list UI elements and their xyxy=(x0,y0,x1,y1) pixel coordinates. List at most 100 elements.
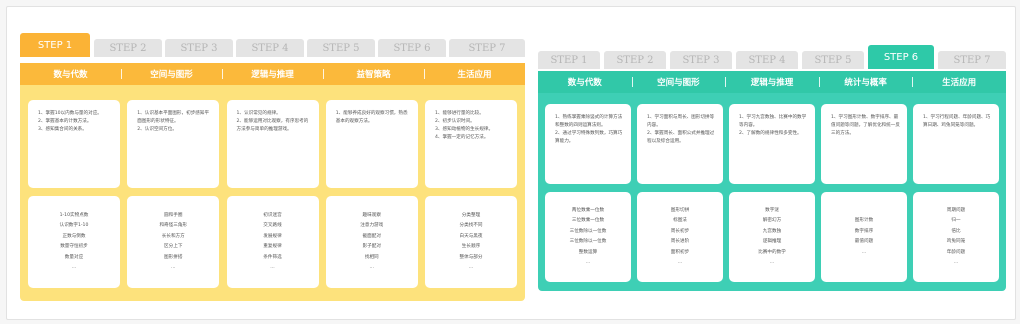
goal-item: 2、认识空间方位。 xyxy=(137,127,177,132)
topic-item[interactable]: 最值问题 xyxy=(855,237,873,248)
topic-item[interactable]: 数字排序 xyxy=(855,227,873,238)
topic-item[interactable]: 条件筛选 xyxy=(263,253,281,264)
topic-item[interactable]: 年龄问题 xyxy=(947,248,965,259)
right-topic-card-5: 周期问题 归一 倍比 鸡兔同笼 年龄问题 ... xyxy=(913,192,999,282)
right-category-number-algebra[interactable]: 数与代数 xyxy=(538,71,632,93)
topic-item[interactable]: 周期问题 xyxy=(947,206,965,217)
topic-item[interactable]: 九宫数独 xyxy=(758,227,786,238)
topic-item[interactable]: 正数与倒数 xyxy=(60,232,89,243)
right-tab-step-3[interactable]: STEP 3 xyxy=(670,51,732,69)
topic-item[interactable]: 面积初步 xyxy=(671,248,689,259)
topic-more: ... xyxy=(861,249,867,255)
topic-item[interactable]: 整数运算 xyxy=(570,248,607,259)
topic-more: ... xyxy=(71,265,77,270)
goal-item: 1、学习九宫数独、比赛中的数学等内容。 xyxy=(739,115,807,128)
topic-item[interactable]: 趣味观察 xyxy=(360,211,383,222)
left-tab-step-5[interactable]: STEP 5 xyxy=(307,39,375,57)
topic-item[interactable]: 标图法 xyxy=(671,216,689,227)
topic-item[interactable]: 生长顺序 xyxy=(460,242,483,253)
right-category-space-shape[interactable]: 空间与图形 xyxy=(631,71,726,93)
topic-item[interactable]: 周长进阶 xyxy=(671,237,689,248)
right-tab-step-2[interactable]: STEP 2 xyxy=(604,51,666,69)
topic-item[interactable]: 数量守恒初步 xyxy=(60,242,89,253)
left-category-life[interactable]: 生活应用 xyxy=(424,63,525,85)
right-tab-step-5[interactable]: STEP 5 xyxy=(802,51,864,69)
goal-item: 2、了解数的规律性和多变性。 xyxy=(739,131,802,136)
right-tab-step-1[interactable]: STEP 1 xyxy=(538,51,600,69)
left-category-logic[interactable]: 逻辑与推理 xyxy=(222,63,323,85)
goal-item: 3、感知集合间的关系。 xyxy=(38,127,87,132)
topic-item[interactable]: 初识迷宫 xyxy=(263,211,281,222)
topic-item[interactable]: 白天与黑夜 xyxy=(460,232,483,243)
topic-item[interactable]: 1-10实物点数 xyxy=(60,211,89,222)
left-topic-card-3: 初识迷宫 交叉路线 发展规律 重复规律 条件筛选 ... xyxy=(226,196,319,288)
topic-more: ... xyxy=(585,260,591,265)
left-tab-step-3[interactable]: STEP 3 xyxy=(165,39,233,57)
right-tab-step-7[interactable]: STEP 7 xyxy=(938,51,1006,69)
topic-item[interactable]: 分类找不同 xyxy=(460,221,483,232)
topic-item[interactable]: 找相同 xyxy=(360,253,383,264)
topic-item[interactable]: 比赛中的数学 xyxy=(758,248,786,259)
left-category-number-algebra[interactable]: 数与代数 xyxy=(20,63,121,85)
left-category-bar: 数与代数 空间与图形 逻辑与推理 益智策略 生活应用 xyxy=(20,63,525,85)
goal-item: 1、掌握10以内数与量的对应。 xyxy=(38,111,102,116)
topic-more: ... xyxy=(677,260,683,265)
topic-more: ... xyxy=(369,265,374,270)
topic-item[interactable]: 图形计数 xyxy=(855,216,873,227)
topic-item[interactable]: 逻辑推理 xyxy=(758,237,786,248)
topic-item[interactable]: 解密幻方 xyxy=(758,216,786,227)
topic-item[interactable]: 周长初步 xyxy=(671,227,689,238)
goal-item: 2、通过学习特殊数列数，巧算巧算能力。 xyxy=(555,131,623,144)
right-category-logic[interactable]: 逻辑与推理 xyxy=(725,71,819,93)
left-topic-row: 1-10实物点数 认识数字1-10 正数与倒数 数量守恒初步 数量对应 ... … xyxy=(28,196,517,288)
topic-item[interactable]: 交叉路线 xyxy=(263,221,281,232)
left-goal-card-3: 1、认识常见的规律。 2、能够运用对比观察，有序思考的方法参与简单的推理游戏。 xyxy=(226,100,319,188)
right-goal-card-3: 1、学习九宫数独、比赛中的数学等内容。 2、了解数的规律性和多变性。 xyxy=(729,104,815,184)
goal-item: 2、初步认识时间。 xyxy=(435,119,475,124)
topic-item[interactable]: 注意力游戏 xyxy=(360,221,383,232)
topic-item[interactable]: 认识数字1-10 xyxy=(60,221,89,232)
topic-item[interactable]: 和奇怪三角形 xyxy=(159,221,187,232)
topic-item[interactable]: 数量对应 xyxy=(60,253,89,264)
left-tab-step-2[interactable]: STEP 2 xyxy=(94,39,162,57)
goal-item: 1、学习面积与周长、图形切拼等内容。 xyxy=(647,115,715,128)
left-category-strategy[interactable]: 益智策略 xyxy=(323,63,424,85)
topic-item[interactable]: 数字谜 xyxy=(758,206,786,217)
right-topic-row: 两位数乘一位数 三位数乘一位数 三位数除以一位数 三位数除以一位数 整数运算 .… xyxy=(545,192,999,282)
topic-item[interactable]: 图形切拼 xyxy=(671,206,689,217)
right-tab-step-6[interactable]: STEP 6 xyxy=(868,45,934,69)
right-category-life[interactable]: 生活应用 xyxy=(912,71,1006,93)
left-tab-step-4[interactable]: STEP 4 xyxy=(236,39,304,57)
topic-item[interactable]: 两位数乘一位数 xyxy=(570,206,607,217)
right-goal-card-2: 1、学习面积与周长、图形切拼等内容。 2、掌握周长、面积公式并推理过程以及综合运… xyxy=(637,104,723,184)
topic-item[interactable]: 归一 xyxy=(947,216,965,227)
topic-item[interactable]: 发展规律 xyxy=(263,232,281,243)
topic-item[interactable]: 重复规律 xyxy=(263,242,281,253)
right-goal-row: 1、熟练掌握乘除竖式的计算方法和整数的四则运算法则。 2、通过学习特殊数列数，巧… xyxy=(545,104,999,184)
topic-item[interactable]: 三位数除以一位数 xyxy=(570,237,607,248)
goal-item: 2、掌握基本的计数方法。 xyxy=(38,119,92,124)
topic-item[interactable]: 分类整理 xyxy=(460,211,483,222)
topic-item[interactable]: 三位数乘一位数 xyxy=(570,216,607,227)
right-tab-step-4[interactable]: STEP 4 xyxy=(736,51,798,69)
topic-item[interactable]: 整体与部分 xyxy=(460,253,483,264)
topic-item[interactable]: 图形拼搭 xyxy=(159,253,187,264)
topic-item[interactable]: 三位数除以一位数 xyxy=(570,227,607,238)
topic-item[interactable]: 截面配对 xyxy=(360,232,383,243)
topic-item[interactable]: 影子配对 xyxy=(360,242,383,253)
right-step-panel: STEP 1 STEP 2 STEP 3 STEP 4 STEP 5 STEP … xyxy=(538,45,1006,291)
topic-more: ... xyxy=(769,260,775,265)
left-tab-step-7[interactable]: STEP 7 xyxy=(449,39,525,57)
left-tab-step-6[interactable]: STEP 6 xyxy=(378,39,446,57)
left-tab-step-1[interactable]: STEP 1 xyxy=(20,33,90,57)
right-topic-card-3: 数字谜 解密幻方 九宫数独 逻辑推理 比赛中的数学 ... xyxy=(729,192,815,282)
topic-item[interactable]: 区分上下 xyxy=(159,242,187,253)
left-category-space-shape[interactable]: 空间与图形 xyxy=(121,63,222,85)
topic-item[interactable]: 鸡兔同笼 xyxy=(947,237,965,248)
right-category-statistics[interactable]: 统计与概率 xyxy=(818,71,913,93)
topic-item[interactable]: 长长和方方 xyxy=(159,232,187,243)
topic-item[interactable]: 圆和手圈 xyxy=(159,211,187,222)
goal-item: 4、掌握一定的记忆方法。 xyxy=(435,135,489,140)
topic-more: ... xyxy=(171,265,176,270)
topic-item[interactable]: 倍比 xyxy=(947,227,965,238)
